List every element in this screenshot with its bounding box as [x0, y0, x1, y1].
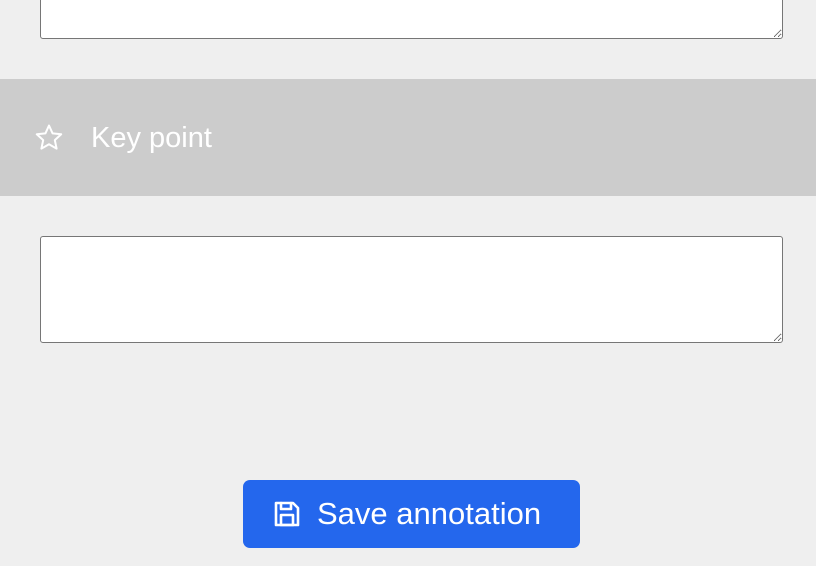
save-icon: [271, 498, 303, 530]
section-title: Key point: [91, 122, 212, 154]
key-point-textarea[interactable]: [40, 236, 783, 343]
save-button-label: Save annotation: [317, 496, 542, 531]
annotation-form: Key point Save annotation: [0, 0, 816, 566]
previous-note-textarea[interactable]: [40, 0, 783, 39]
save-annotation-button[interactable]: Save annotation: [243, 480, 580, 548]
key-point-section-header: Key point: [0, 79, 816, 196]
star-icon: [33, 122, 65, 154]
